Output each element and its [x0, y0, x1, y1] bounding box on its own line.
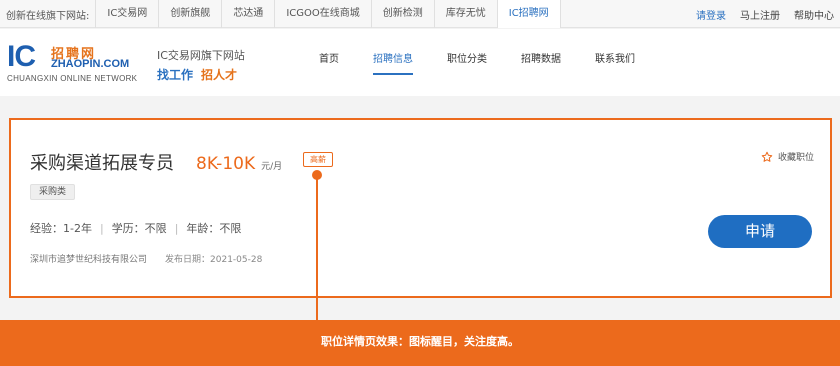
site-logo[interactable]: IC 招聘网 ZHAOPIN.COM CHUANGXIN ONLINE NETW… — [7, 40, 142, 84]
slogan-line: IC交易网旗下网站 — [157, 49, 245, 62]
salary-unit: 元/月 — [261, 162, 283, 172]
job-detail-card: 采购渠道拓展专员 8K-10K 元/月 高薪 采购类 经验：1-2年 | 学历：… — [9, 118, 832, 298]
age-requirement: 年龄：不限 — [186, 222, 242, 235]
network-prefix: 创新在线旗下网站: — [6, 10, 90, 22]
education-requirement: 学历：不限 — [111, 222, 167, 235]
nav-recruit-data[interactable]: 招聘数据 — [521, 29, 561, 96]
site-link-inventory[interactable]: 库存无忧 — [433, 0, 497, 28]
nav-contact-us[interactable]: 联系我们 — [595, 29, 635, 96]
site-link-icgoo[interactable]: ICGOO在线商城 — [274, 0, 370, 28]
callout-connector-line — [316, 175, 318, 321]
hire-text: 招人才 — [201, 68, 238, 82]
publish-date: 发布日期：2021-05-28 — [165, 255, 263, 265]
separator: | — [174, 221, 179, 235]
high-salary-badge: 高薪 — [303, 152, 333, 167]
site-link-chuangxin-flagship[interactable]: 创新旗舰 — [158, 0, 221, 28]
logo-ic-mark: IC — [7, 40, 36, 73]
nav-home[interactable]: 首页 — [319, 29, 339, 96]
logo-subtitle: CHUANGXIN ONLINE NETWORK — [7, 74, 138, 83]
site-network-bar: 创新在线旗下网站: IC交易网 创新旗舰 芯达通 ICGOO在线商城 创新检测 … — [0, 0, 840, 28]
favorite-label: 收藏职位 — [777, 153, 814, 163]
login-link[interactable]: 请登录 — [696, 7, 726, 22]
company-row: 深圳市追梦世纪科技有限公司 发布日期：2021-05-28 — [30, 252, 262, 265]
site-header: IC 招聘网 ZHAOPIN.COM CHUANGXIN ONLINE NETW… — [0, 29, 840, 96]
register-link[interactable]: 马上注册 — [740, 7, 780, 22]
site-link-ic-recruit[interactable]: IC招聘网 — [496, 0, 561, 28]
logo-en-text: ZHAOPIN.COM — [51, 58, 130, 70]
site-link-xindatong[interactable]: 芯达通 — [221, 0, 274, 28]
site-link-ic-trade[interactable]: IC交易网 — [95, 0, 158, 28]
experience-requirement: 经验：1-2年 — [30, 222, 92, 235]
job-salary: 8K-10K — [196, 154, 256, 174]
job-category-tag[interactable]: 采购类 — [30, 184, 76, 200]
star-icon — [761, 151, 773, 162]
main-nav: 首页 招聘信息 职位分类 招聘数据 联系我们 — [302, 29, 652, 96]
apply-button[interactable]: 申请 — [708, 215, 812, 248]
callout-connector-dot — [312, 170, 322, 180]
company-name[interactable]: 深圳市追梦世纪科技有限公司 — [30, 252, 147, 265]
job-title: 采购渠道拓展专员 — [30, 153, 174, 174]
job-requirements: 经验：1-2年 | 学历：不限 | 年龄：不限 — [30, 220, 241, 236]
nav-job-listings[interactable]: 招聘信息 — [373, 29, 413, 96]
separator: | — [99, 221, 104, 235]
nav-job-categories[interactable]: 职位分类 — [447, 29, 487, 96]
site-link-testing[interactable]: 创新检测 — [370, 0, 434, 28]
find-job-text: 找工作 — [157, 68, 194, 82]
slogan-actions: 找工作 招人才 — [157, 66, 245, 83]
favorite-job-button[interactable]: 收藏职位 — [761, 150, 814, 163]
job-title-row: 采购渠道拓展专员 8K-10K 元/月 — [30, 149, 282, 175]
callout-banner: 职位详情页效果：图标醒目，关注度高。 — [0, 320, 840, 366]
slogan: IC交易网旗下网站 找工作 招人才 — [157, 47, 245, 83]
help-center-link[interactable]: 帮助中心 — [794, 7, 834, 22]
